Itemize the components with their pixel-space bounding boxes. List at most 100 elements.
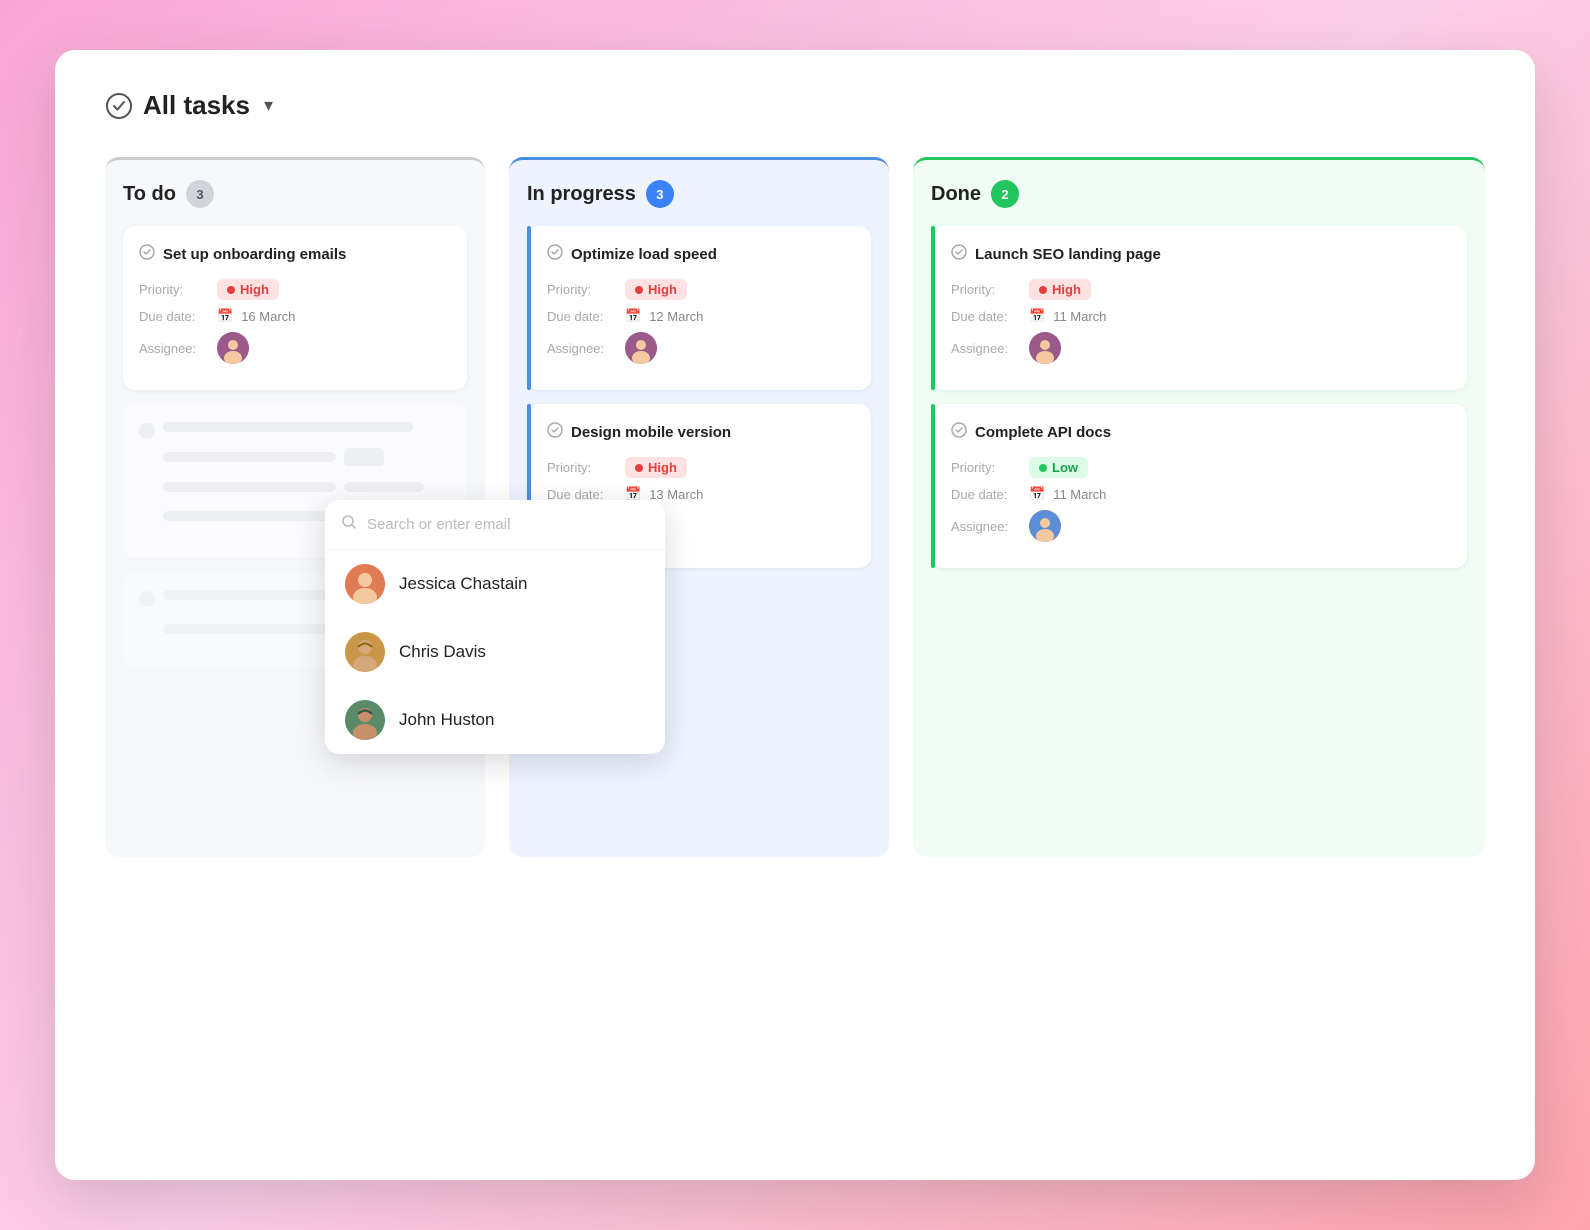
priority-label: Priority: (139, 282, 209, 297)
task-date-row-2: Due date: 📅 12 March (547, 308, 855, 324)
task-date-row-5: Due date: 📅 11 March (951, 486, 1451, 502)
due-date-value: 11 March (1053, 309, 1106, 324)
calendar-icon: 📅 (625, 308, 641, 324)
assignee-avatar-2[interactable] (625, 332, 657, 364)
user-avatar-jessica (345, 564, 385, 604)
dropdown-item-john[interactable]: John Huston (325, 686, 665, 754)
task-date-row-4: Due date: 📅 11 March (951, 308, 1451, 324)
task-board: To do 3 Set up onboarding emails Priorit… (105, 157, 1485, 857)
priority-dot (635, 286, 643, 294)
skeleton-line (163, 422, 413, 432)
assignee-avatar-1[interactable] (217, 332, 249, 364)
skeleton-line (163, 482, 336, 492)
user-avatar-john (345, 700, 385, 740)
task-priority-row-4: Priority: High (951, 279, 1451, 300)
user-name-john: John Huston (399, 710, 494, 730)
task-check-icon (547, 422, 563, 443)
skeleton-line (344, 482, 424, 492)
assignee-avatar-5[interactable] (1029, 510, 1061, 542)
task-title-2: Optimize load speed (571, 246, 717, 263)
priority-dot (635, 464, 643, 472)
priority-dot (1039, 286, 1047, 294)
task-title-1: Set up onboarding emails (163, 246, 346, 263)
skeleton-badge (344, 448, 384, 466)
column-title-todo: To do (123, 183, 176, 206)
calendar-icon: 📅 (1029, 308, 1045, 324)
skeleton-line (163, 511, 336, 521)
column-header-todo: To do 3 (123, 180, 467, 208)
header: All tasks ▾ (105, 90, 1485, 121)
task-assignee-row-1: Assignee: (139, 332, 451, 364)
priority-badge-high: High (217, 279, 279, 300)
check-icon (105, 92, 133, 120)
priority-label: Priority: (547, 282, 617, 297)
due-date-value: 11 March (1053, 487, 1106, 502)
task-priority-row-3: Priority: High (547, 457, 855, 478)
task-check-icon (951, 244, 967, 265)
task-check-icon (139, 244, 155, 265)
due-label: Due date: (547, 309, 617, 324)
dropdown-item-chris[interactable]: Chris Davis (325, 618, 665, 686)
skeleton-circle (139, 591, 155, 607)
due-label: Due date: (951, 487, 1021, 502)
task-card-inprogress-1: Optimize load speed Priority: High Due d… (527, 226, 871, 390)
assignee-dropdown[interactable]: Search or enter email Jessica Chastain C… (325, 500, 665, 754)
due-label: Due date: (139, 309, 209, 324)
assignee-label: Assignee: (951, 341, 1021, 356)
assignee-label: Assignee: (547, 341, 617, 356)
task-card-todo-1: Set up onboarding emails Priority: High … (123, 226, 467, 390)
inprogress-border (527, 226, 531, 390)
due-date-value: 12 March (649, 309, 703, 324)
due-date-value: 16 March (241, 309, 295, 324)
task-title-row: Complete API docs (951, 422, 1451, 443)
search-icon (341, 514, 357, 535)
task-assignee-row-4: Assignee: (951, 332, 1451, 364)
column-title-inprogress: In progress (527, 183, 636, 206)
task-assignee-row-2: Assignee: (547, 332, 855, 364)
user-name-chris: Chris Davis (399, 642, 486, 662)
assignee-label: Assignee: (139, 341, 209, 356)
priority-value: High (1052, 282, 1081, 297)
due-date-value: 13 March (649, 487, 703, 502)
column-header-done: Done 2 (931, 180, 1467, 208)
priority-badge-high: High (625, 279, 687, 300)
task-date-row-1: Due date: 📅 16 March (139, 308, 451, 324)
column-header-inprogress: In progress 3 (527, 180, 871, 208)
task-card-done-1: Launch SEO landing page Priority: High D… (931, 226, 1467, 390)
priority-value: High (648, 282, 677, 297)
task-title-row: Optimize load speed (547, 244, 855, 265)
calendar-icon: 📅 (1029, 486, 1045, 502)
chevron-down-icon[interactable]: ▾ (264, 95, 273, 116)
column-count-inprogress: 3 (646, 180, 674, 208)
user-avatar-chris (345, 632, 385, 672)
column-count-done: 2 (991, 180, 1019, 208)
priority-dot (1039, 464, 1047, 472)
column-count-todo: 3 (186, 180, 214, 208)
task-card-done-2: Complete API docs Priority: Low Due date… (931, 404, 1467, 568)
search-input[interactable]: Search or enter email (367, 516, 510, 533)
task-priority-row-1: Priority: High (139, 279, 451, 300)
skeleton-line (163, 452, 336, 462)
done-border (931, 404, 935, 568)
page-title: All tasks (143, 90, 250, 121)
task-title-row: Set up onboarding emails (139, 244, 451, 265)
priority-label: Priority: (547, 460, 617, 475)
priority-badge-high: High (1029, 279, 1091, 300)
priority-value: High (648, 460, 677, 475)
task-title-row: Design mobile version (547, 422, 855, 443)
task-check-icon (547, 244, 563, 265)
task-check-icon (951, 422, 967, 443)
skeleton-circle (139, 423, 155, 439)
priority-badge-low: Low (1029, 457, 1088, 478)
priority-label: Priority: (951, 460, 1021, 475)
task-assignee-row-5: Assignee: (951, 510, 1451, 542)
due-label: Due date: (951, 309, 1021, 324)
assignee-avatar-4[interactable] (1029, 332, 1061, 364)
column-title-done: Done (931, 183, 981, 206)
task-title-row: Launch SEO landing page (951, 244, 1451, 265)
priority-value: Low (1052, 460, 1078, 475)
app-window: All tasks ▾ To do 3 Set up onboarding em… (55, 50, 1535, 1180)
task-title-5: Complete API docs (975, 424, 1111, 441)
user-name-jessica: Jessica Chastain (399, 574, 528, 594)
dropdown-item-jessica[interactable]: Jessica Chastain (325, 550, 665, 618)
